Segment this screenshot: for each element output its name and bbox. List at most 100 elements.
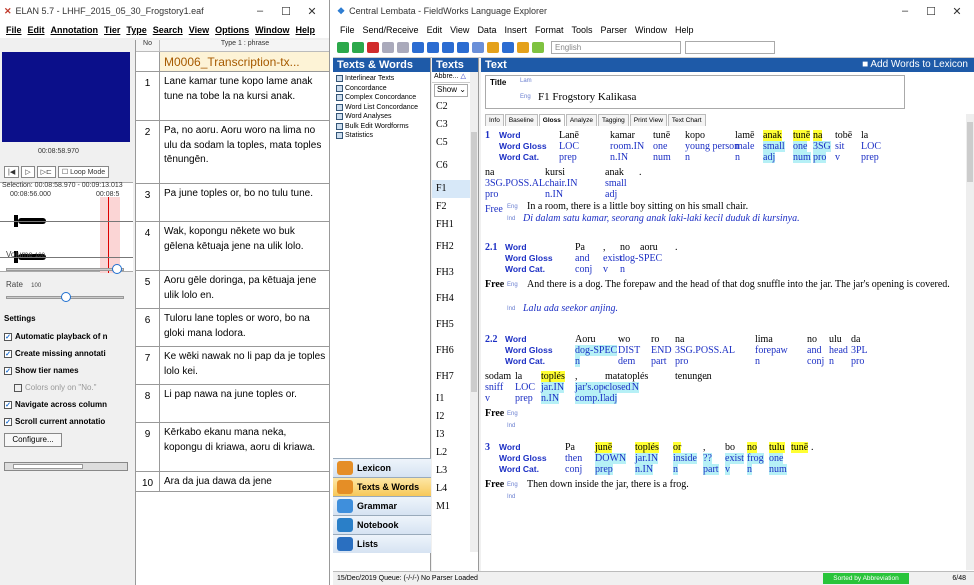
menu-view[interactable]: View bbox=[446, 25, 473, 35]
maximize-button[interactable]: ☐ bbox=[918, 5, 944, 18]
menu-options[interactable]: Options bbox=[212, 25, 252, 35]
menu-format[interactable]: Format bbox=[531, 25, 568, 35]
show-filter[interactable]: Show ⌄ bbox=[434, 84, 468, 97]
tab-text-chart[interactable]: Text Chart bbox=[667, 114, 706, 126]
redo-icon[interactable] bbox=[397, 42, 409, 53]
next-record-icon[interactable] bbox=[442, 42, 454, 53]
table-row[interactable]: 9 Kērkabo ekanu mana neka, kopongu di kri… bbox=[136, 423, 329, 472]
config-icon[interactable] bbox=[502, 42, 514, 53]
column-header-type[interactable]: Type 1 : phrase bbox=[160, 40, 329, 51]
menu-view[interactable]: View bbox=[186, 25, 212, 35]
menu-data[interactable]: Data bbox=[473, 25, 500, 35]
play-button[interactable]: ▷ bbox=[21, 166, 35, 178]
setting-checkbox[interactable]: ✓ Scroll current annotatio bbox=[4, 413, 128, 430]
menu-help[interactable]: Help bbox=[671, 25, 698, 35]
row-annotation[interactable]: Pa, no aoru. Aoru woro na lima no ulu da… bbox=[160, 121, 329, 183]
sidebar-item-interlinear-texts[interactable]: Interlinear Texts bbox=[333, 74, 430, 84]
nav-lexicon[interactable]: Lexicon bbox=[333, 458, 431, 477]
horizontal-scrollbar[interactable] bbox=[4, 462, 128, 471]
tab-print-view[interactable]: Print View bbox=[629, 114, 667, 126]
table-row[interactable]: 4 Wak, kopongu nēkete wo buk gēlena kētua… bbox=[136, 222, 329, 271]
tab-baseline[interactable]: Baseline bbox=[504, 114, 538, 126]
previous-record-icon[interactable] bbox=[427, 42, 439, 53]
table-row[interactable]: M0006_Transcription-tx... bbox=[136, 52, 329, 72]
add-words-toggle[interactable]: ■ Add Words to Lexicon bbox=[862, 58, 974, 72]
setting-checkbox[interactable]: ✓ Create missing annotati bbox=[4, 345, 128, 362]
filter-icon[interactable] bbox=[487, 42, 499, 53]
menu-annotation[interactable]: Annotation bbox=[48, 25, 102, 35]
sidebar-item-word-list-concordance[interactable]: Word List Concordance bbox=[333, 103, 430, 113]
scrollbar-thumb[interactable] bbox=[967, 122, 973, 182]
menu-edit[interactable]: Edit bbox=[423, 25, 447, 35]
table-row[interactable]: 10 Ara da jua dawa da jene bbox=[136, 472, 329, 492]
menu-file[interactable]: File bbox=[336, 25, 359, 35]
table-row[interactable]: 8 Li pap nawa na june toples or. bbox=[136, 385, 329, 423]
setting-checkbox[interactable]: ✓ Navigate across column bbox=[4, 396, 128, 413]
refresh-icon[interactable] bbox=[337, 42, 349, 53]
nav-notebook[interactable]: Notebook bbox=[333, 515, 431, 534]
tab-gloss[interactable]: Gloss bbox=[538, 114, 565, 126]
sidebar-item-statistics[interactable]: Statistics bbox=[333, 131, 430, 141]
title-field[interactable]: Title Lam Eng F1 Frogstory Kalikasa bbox=[485, 75, 905, 109]
configure-button[interactable]: Configure... bbox=[4, 433, 62, 447]
loop-mode-checkbox[interactable]: ☐ Loop Mode bbox=[57, 166, 110, 178]
close-button[interactable]: ✕ bbox=[944, 5, 970, 18]
menu-insert[interactable]: Insert bbox=[500, 25, 531, 35]
setting-checkbox[interactable]: ✓ Show tier names bbox=[4, 362, 128, 379]
play-selection-button[interactable]: |◀ bbox=[4, 166, 20, 178]
style-icon[interactable] bbox=[517, 42, 529, 53]
writing-system-combo[interactable]: English bbox=[551, 41, 681, 54]
delete-icon[interactable] bbox=[367, 42, 379, 53]
tab-tagging[interactable]: Tagging bbox=[597, 114, 629, 126]
first-record-icon[interactable] bbox=[412, 42, 424, 53]
table-row[interactable]: 2 Pa, no aoru. Aoru woro na lima no ulu d… bbox=[136, 121, 329, 184]
volume-slider[interactable] bbox=[6, 264, 124, 274]
menu-send-receive[interactable]: Send/Receive bbox=[359, 25, 423, 35]
row-annotation[interactable]: Pa june toples or, bo no tulu tune. bbox=[160, 184, 329, 221]
row-annotation[interactable]: Li pap nawa na june toples or. bbox=[160, 385, 329, 422]
row-annotation[interactable]: Lane kamar tune kopo lame anak tune na t… bbox=[160, 72, 329, 120]
scrollbar-thumb[interactable] bbox=[13, 464, 83, 469]
menu-tier[interactable]: Tier bbox=[101, 25, 123, 35]
table-row[interactable]: 1 Lane kamar tune kopo lame anak tune na … bbox=[136, 72, 329, 121]
link-icon[interactable] bbox=[472, 42, 484, 53]
column-header-no[interactable]: No bbox=[136, 40, 160, 51]
play-selection-loop-button[interactable]: ▷⊏ bbox=[36, 166, 56, 178]
nav-grammar[interactable]: Grammar bbox=[333, 496, 431, 515]
slider-knob[interactable] bbox=[111, 264, 122, 274]
maximize-button[interactable]: ☐ bbox=[273, 5, 299, 18]
setting-checkbox[interactable]: ✓ Automatic playback of n bbox=[4, 328, 128, 345]
minimize-button[interactable]: – bbox=[892, 5, 918, 17]
undo-icon[interactable] bbox=[382, 42, 394, 53]
text-scrollbar[interactable] bbox=[966, 114, 974, 570]
video-viewer[interactable] bbox=[2, 52, 130, 142]
tab-info[interactable]: Info bbox=[485, 114, 504, 126]
row-annotation[interactable]: Aoru gēle doringa, pa kētuaja jene ulik … bbox=[160, 271, 329, 308]
rate-slider[interactable] bbox=[6, 292, 124, 302]
menu-file[interactable]: File bbox=[3, 25, 25, 35]
spell-icon[interactable] bbox=[532, 42, 544, 53]
row-annotation[interactable]: Kērkabo ekanu mana neka, kopongu di kria… bbox=[160, 423, 329, 471]
menu-tools[interactable]: Tools bbox=[567, 25, 596, 35]
table-row[interactable]: 7 Ke wēki nawak no li pap da je toples lo… bbox=[136, 347, 329, 385]
tab-analyze[interactable]: Analyze bbox=[565, 114, 597, 126]
close-button[interactable]: ✕ bbox=[299, 5, 325, 18]
texts-scrollbar[interactable] bbox=[470, 72, 478, 552]
nav-texts-words[interactable]: Texts & Words bbox=[333, 477, 431, 496]
last-record-icon[interactable] bbox=[457, 42, 469, 53]
table-row[interactable]: 3 Pa june toples or, bo no tulu tune. bbox=[136, 184, 329, 222]
sidebar-item-bulk-edit-wordforms[interactable]: Bulk Edit Wordforms bbox=[333, 122, 430, 132]
menu-search[interactable]: Search bbox=[150, 25, 186, 35]
row-annotation[interactable]: Ke wēki nawak no li pap da je toples lol… bbox=[160, 347, 329, 384]
interlinear-text[interactable]: 1 Word Word Gloss Word Cat. Lanē kamar tunē kop… bbox=[485, 130, 965, 570]
style-combo[interactable] bbox=[685, 41, 775, 54]
menu-parser[interactable]: Parser bbox=[597, 25, 632, 35]
table-row[interactable]: 5 Aoru gēle doringa, pa kētuaja jene ulik… bbox=[136, 271, 329, 309]
minimize-button[interactable]: – bbox=[247, 5, 273, 17]
row-annotation[interactable]: Wak, kopongu nēkete wo buk gēlena kētuaj… bbox=[160, 222, 329, 270]
sidebar-item-concordance[interactable]: Concordance bbox=[333, 84, 430, 94]
scrollbar-thumb[interactable] bbox=[471, 132, 477, 392]
menu-help[interactable]: Help bbox=[293, 25, 319, 35]
sidebar-item-complex-concordance[interactable]: Complex Concordance bbox=[333, 93, 430, 103]
slider-knob[interactable] bbox=[61, 292, 71, 302]
